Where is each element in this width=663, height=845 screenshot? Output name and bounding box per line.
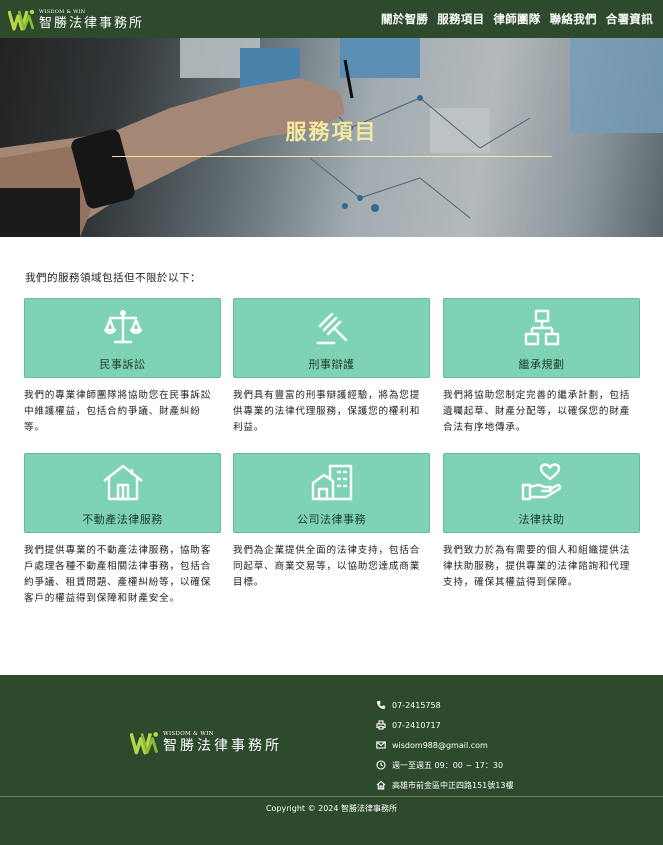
title-underline: [112, 156, 552, 157]
service-description: 我們將協助您制定完善的繼承計劃，包括遺囑起草、財產分配等，以確保您的財產合法有序…: [443, 390, 631, 433]
service-label: 法律扶助: [518, 513, 565, 526]
home-icon: [376, 780, 386, 790]
page-title: 服務項目: [285, 120, 378, 144]
hierarchy-icon: [524, 309, 559, 346]
service-label: 刑事辯護: [308, 358, 355, 371]
nav-services[interactable]: 服務項目: [437, 11, 484, 27]
service-description: 我們的專業律師團隊將協助您在民事訴訟中維護權益，包括合約爭議、財產糾紛等。: [24, 390, 212, 433]
nav-team[interactable]: 律師團隊: [493, 11, 540, 27]
service-card-corporate[interactable]: 公司法律事務: [233, 453, 430, 533]
printer-icon: [376, 720, 386, 730]
logo-chinese-text: 智勝法律事務所: [39, 16, 145, 31]
logo-mark-icon: [7, 8, 36, 32]
building-icon: [311, 464, 352, 501]
clock-icon: [376, 760, 386, 770]
heart-hand-icon: [521, 463, 561, 501]
service-label: 公司法律事務: [297, 513, 366, 526]
service-card-real-estate[interactable]: 不動產法律服務: [24, 453, 221, 533]
service-card-inheritance[interactable]: 繼承規劃: [443, 298, 640, 378]
site-footer: WISDOM & WIN 智勝法律事務所 07-2415758 07-24107…: [0, 675, 663, 845]
logo-chinese-text: 智勝法律事務所: [163, 738, 282, 754]
footer-divider: [0, 796, 663, 797]
hero-banner: 服務項目: [0, 38, 663, 237]
service-description: 我們具有豐富的刑事辯護經驗，將為您提供專業的法律代理服務，保護您的權利和利益。: [233, 390, 421, 433]
phone-icon: [377, 701, 385, 709]
fax-number: 07-2410717: [392, 720, 441, 730]
copyright-text: Copyright © 2024 智勝法律事務所: [265, 804, 398, 813]
nav-contact[interactable]: 聯絡我們: [550, 11, 597, 27]
service-label: 不動產法律服務: [82, 513, 163, 526]
service-card-civil[interactable]: 民事訴訟: [24, 298, 221, 378]
logo-mark-icon: [130, 732, 159, 755]
main-nav: 關於智勝 服務項目 律師團隊 聯絡我們 合署資訊: [381, 11, 653, 27]
contact-address: 高雄市前金區中正四路151號13樓: [376, 775, 513, 795]
envelope-icon: [376, 741, 386, 749]
intro-text: 我們的服務領域包括但不限於以下：: [25, 272, 201, 284]
service-description: 我們提供專業的不動產法律服務，協助客戶處理各種不動產相關法律事務，包括合約爭議、…: [24, 545, 212, 604]
site-header: WISDOM & WIN 智勝法律事務所 關於智勝 服務項目 律師團隊 聯絡我們…: [0, 0, 663, 38]
logo-english-text: WISDOM & WIN: [163, 731, 214, 737]
service-description: 我們致力於為有需要的個人和組織提供法律扶助服務，提供專業的法律諮詢和代理支持，確…: [443, 545, 631, 588]
office-hours: 週一至週五 09：00 ~ 17：30: [392, 760, 504, 770]
nav-about[interactable]: 關於智勝: [381, 11, 428, 27]
service-description: 我們為企業提供全面的法律支持，包括合同起草、商業交易等，以協助您達成商業目標。: [233, 545, 421, 588]
contact-phone[interactable]: 07-2415758: [376, 695, 513, 715]
footer-logo[interactable]: WISDOM & WIN 智勝法律事務所: [130, 730, 282, 756]
service-card-criminal[interactable]: 刑事辯護: [233, 298, 430, 378]
office-address: 高雄市前金區中正四路151號13樓: [392, 780, 514, 790]
scale-icon: [103, 310, 142, 344]
contact-fax: 07-2410717: [376, 715, 513, 735]
service-label: 民事訴訟: [99, 358, 146, 371]
nav-partnership[interactable]: 合署資訊: [606, 11, 653, 27]
gavel-icon: [316, 312, 347, 345]
site-logo[interactable]: WISDOM & WIN 智勝法律事務所: [7, 6, 145, 34]
phone-number: 07-2415758: [392, 700, 441, 710]
service-card-legal-aid[interactable]: 法律扶助: [443, 453, 640, 533]
contact-hours: 週一至週五 09：00 ~ 17：30: [376, 755, 513, 775]
contact-info: 07-2415758 07-2410717 wisdom988@gmail.co…: [376, 695, 513, 795]
email-address: wisdom988@gmail.com: [392, 740, 488, 750]
logo-english-text: WISDOM & WIN: [39, 9, 86, 15]
contact-email[interactable]: wisdom988@gmail.com: [376, 735, 513, 755]
service-label: 繼承規劃: [518, 358, 565, 371]
house-icon: [102, 464, 143, 501]
